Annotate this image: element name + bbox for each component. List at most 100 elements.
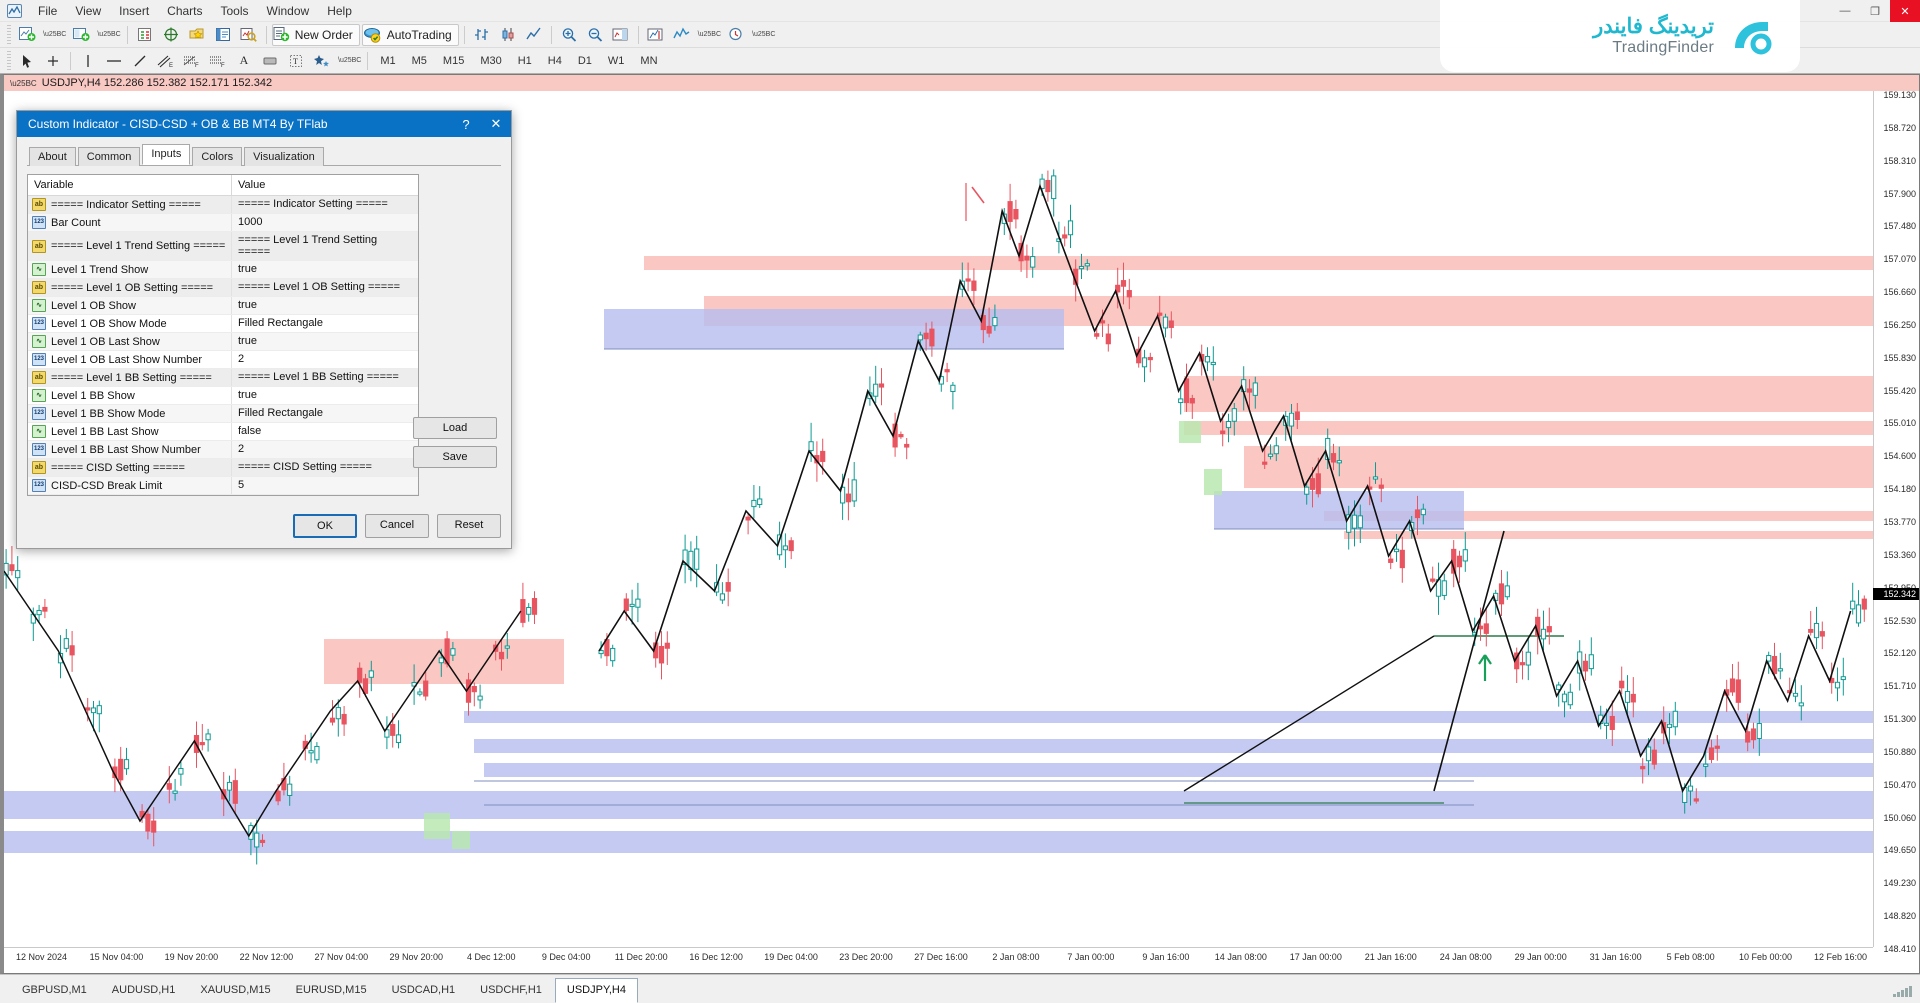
parameter-value-cell[interactable]: false bbox=[232, 423, 418, 440]
auto-scroll-icon[interactable] bbox=[609, 24, 633, 46]
maximize-button[interactable]: ❐ bbox=[1860, 0, 1890, 22]
text-icon[interactable]: A bbox=[232, 50, 256, 72]
chart-collapse-icon[interactable]: \u25BC bbox=[10, 79, 37, 88]
chart-shift-icon[interactable] bbox=[644, 24, 668, 46]
indicators-dropdown-icon[interactable]: \u25BC bbox=[696, 24, 722, 46]
new-chart-dropdown-icon[interactable]: \u25BC bbox=[41, 24, 67, 46]
parameter-value-cell[interactable]: ===== CISD Setting ===== bbox=[232, 459, 418, 476]
label-icon[interactable] bbox=[258, 50, 282, 72]
inputs-parameter-table[interactable]: Variable Value ab===== Indicator Setting… bbox=[27, 174, 419, 496]
parameter-row[interactable]: ∿Level 1 OB Showtrue bbox=[28, 297, 418, 315]
timeframe-d1[interactable]: D1 bbox=[571, 51, 599, 71]
close-button[interactable]: ✕ bbox=[1890, 0, 1920, 22]
parameter-row[interactable]: ∿Level 1 BB Showtrue bbox=[28, 387, 418, 405]
parameter-value-cell[interactable]: Filled Rectangale bbox=[232, 405, 418, 422]
menu-charts[interactable]: Charts bbox=[158, 1, 211, 21]
parameter-value-cell[interactable]: 2 bbox=[232, 441, 418, 458]
profiles-icon[interactable] bbox=[69, 24, 93, 46]
menu-view[interactable]: View bbox=[66, 1, 110, 21]
reset-button[interactable]: Reset bbox=[437, 514, 501, 538]
parameter-value-cell[interactable]: true bbox=[232, 333, 418, 350]
tab-visualization[interactable]: Visualization bbox=[244, 147, 324, 166]
timeframe-m5[interactable]: M5 bbox=[405, 51, 434, 71]
strategy-tester-icon[interactable] bbox=[237, 24, 261, 46]
data-window-icon[interactable] bbox=[159, 24, 183, 46]
parameter-row[interactable]: 123CISD-CSD Break Limit5 bbox=[28, 477, 418, 495]
chart-tab-eurusd-m15[interactable]: EURUSD,M15 bbox=[284, 978, 379, 1003]
custom-indicator-dialog[interactable]: Custom Indicator - CISD-CSD + OB & BB MT… bbox=[16, 110, 512, 549]
chart-tab-gbpusd-m1[interactable]: GBPUSD,M1 bbox=[10, 978, 99, 1003]
horizontal-line-icon[interactable] bbox=[102, 50, 126, 72]
bar-chart-icon[interactable] bbox=[470, 24, 494, 46]
parameter-value-cell[interactable]: Filled Rectangale bbox=[232, 315, 418, 332]
parameter-row[interactable]: ab===== CISD Setting ========== CISD Set… bbox=[28, 459, 418, 477]
crosshair-icon[interactable] bbox=[41, 50, 65, 72]
menu-insert[interactable]: Insert bbox=[110, 1, 158, 21]
price-scale[interactable]: 159.130158.720158.310157.900157.480157.0… bbox=[1873, 91, 1919, 947]
tab-common[interactable]: Common bbox=[78, 147, 141, 166]
periods-dropdown-icon[interactable]: \u25BC bbox=[750, 24, 776, 46]
parameter-value-cell[interactable]: 5 bbox=[232, 477, 418, 494]
vertical-line-icon[interactable] bbox=[76, 50, 100, 72]
cursor-icon[interactable] bbox=[15, 50, 39, 72]
chart-tab-audusd-h1[interactable]: AUDUSD,H1 bbox=[100, 978, 188, 1003]
line-toolbar-grip[interactable] bbox=[7, 51, 11, 71]
load-button[interactable]: Load bbox=[413, 417, 497, 439]
toolbar-grip[interactable] bbox=[7, 25, 11, 45]
zoom-in-icon[interactable] bbox=[557, 24, 581, 46]
navigator-icon[interactable] bbox=[185, 24, 209, 46]
fibonacci-expansion-icon[interactable]: F bbox=[206, 50, 230, 72]
tab-about[interactable]: About bbox=[29, 147, 76, 166]
parameter-row[interactable]: 123Level 1 OB Last Show Number2 bbox=[28, 351, 418, 369]
parameter-row[interactable]: 123Level 1 BB Show ModeFilled Rectangale bbox=[28, 405, 418, 423]
tab-inputs[interactable]: Inputs bbox=[142, 144, 190, 165]
parameter-row[interactable]: 123Level 1 BB Last Show Number2 bbox=[28, 441, 418, 459]
parameter-row[interactable]: ab===== Indicator Setting ========== Ind… bbox=[28, 196, 418, 214]
timeframe-mn[interactable]: MN bbox=[633, 51, 664, 71]
cancel-button[interactable]: Cancel bbox=[365, 514, 429, 538]
menu-file[interactable]: File bbox=[29, 1, 66, 21]
parameter-row[interactable]: ab===== Level 1 BB Setting ========== Le… bbox=[28, 369, 418, 387]
timeframe-m15[interactable]: M15 bbox=[436, 51, 471, 71]
timeframe-m30[interactable]: M30 bbox=[473, 51, 508, 71]
parameter-value-cell[interactable]: ===== Level 1 OB Setting ===== bbox=[232, 279, 418, 296]
tab-colors[interactable]: Colors bbox=[192, 147, 242, 166]
trendline-icon[interactable] bbox=[128, 50, 152, 72]
chart-tab-usdchf-h1[interactable]: USDCHF,H1 bbox=[468, 978, 554, 1003]
time-scale[interactable]: 12 Nov 202415 Nov 04:0019 Nov 20:0022 No… bbox=[4, 947, 1873, 973]
parameter-row[interactable]: ab===== Level 1 OB Setting ========== Le… bbox=[28, 279, 418, 297]
terminal-icon[interactable] bbox=[211, 24, 235, 46]
dialog-titlebar[interactable]: Custom Indicator - CISD-CSD + OB & BB MT… bbox=[17, 111, 511, 137]
chart-tab-usdjpy-h4[interactable]: USDJPY,H4 bbox=[555, 978, 638, 1003]
parameter-value-cell[interactable]: ===== Level 1 Trend Setting ===== bbox=[232, 232, 418, 260]
profiles-dropdown-icon[interactable]: \u25BC bbox=[95, 24, 121, 46]
dialog-close-icon[interactable]: ✕ bbox=[481, 111, 511, 137]
market-watch-icon[interactable] bbox=[133, 24, 157, 46]
parameter-value-cell[interactable]: 2 bbox=[232, 351, 418, 368]
zoom-out-icon[interactable] bbox=[583, 24, 607, 46]
parameter-row[interactable]: ∿Level 1 Trend Showtrue bbox=[28, 261, 418, 279]
menu-help[interactable]: Help bbox=[318, 1, 361, 21]
menu-tools[interactable]: Tools bbox=[212, 1, 258, 21]
periods-icon[interactable] bbox=[724, 24, 748, 46]
parameter-value-cell[interactable]: true bbox=[232, 387, 418, 404]
chart-tab-xauusd-m15[interactable]: XAUUSD,M15 bbox=[188, 978, 282, 1003]
save-button[interactable]: Save bbox=[413, 446, 497, 468]
parameter-value-cell[interactable]: 1000 bbox=[232, 214, 418, 231]
menu-window[interactable]: Window bbox=[258, 1, 319, 21]
equidistant-channel-icon[interactable]: E bbox=[154, 50, 178, 72]
shapes-icon[interactable] bbox=[310, 50, 334, 72]
chart-tab-usdcad-h1[interactable]: USDCAD,H1 bbox=[380, 978, 468, 1003]
timeframe-w1[interactable]: W1 bbox=[601, 51, 632, 71]
timeframe-m1[interactable]: M1 bbox=[373, 51, 402, 71]
parameter-row[interactable]: 123Level 1 OB Show ModeFilled Rectangale bbox=[28, 315, 418, 333]
ok-button[interactable]: OK bbox=[293, 514, 357, 538]
minimize-button[interactable]: — bbox=[1830, 0, 1860, 22]
candlestick-chart-icon[interactable] bbox=[496, 24, 520, 46]
timeframe-h4[interactable]: H4 bbox=[541, 51, 569, 71]
help-icon[interactable]: ? bbox=[451, 111, 481, 137]
parameter-row[interactable]: ab===== Level 1 Trend Setting ==========… bbox=[28, 232, 418, 261]
new-order-button[interactable]: New Order bbox=[272, 24, 360, 46]
shapes-dropdown-icon[interactable]: \u25BC bbox=[336, 50, 362, 72]
parameter-row[interactable]: 123Bar Count1000 bbox=[28, 214, 418, 232]
